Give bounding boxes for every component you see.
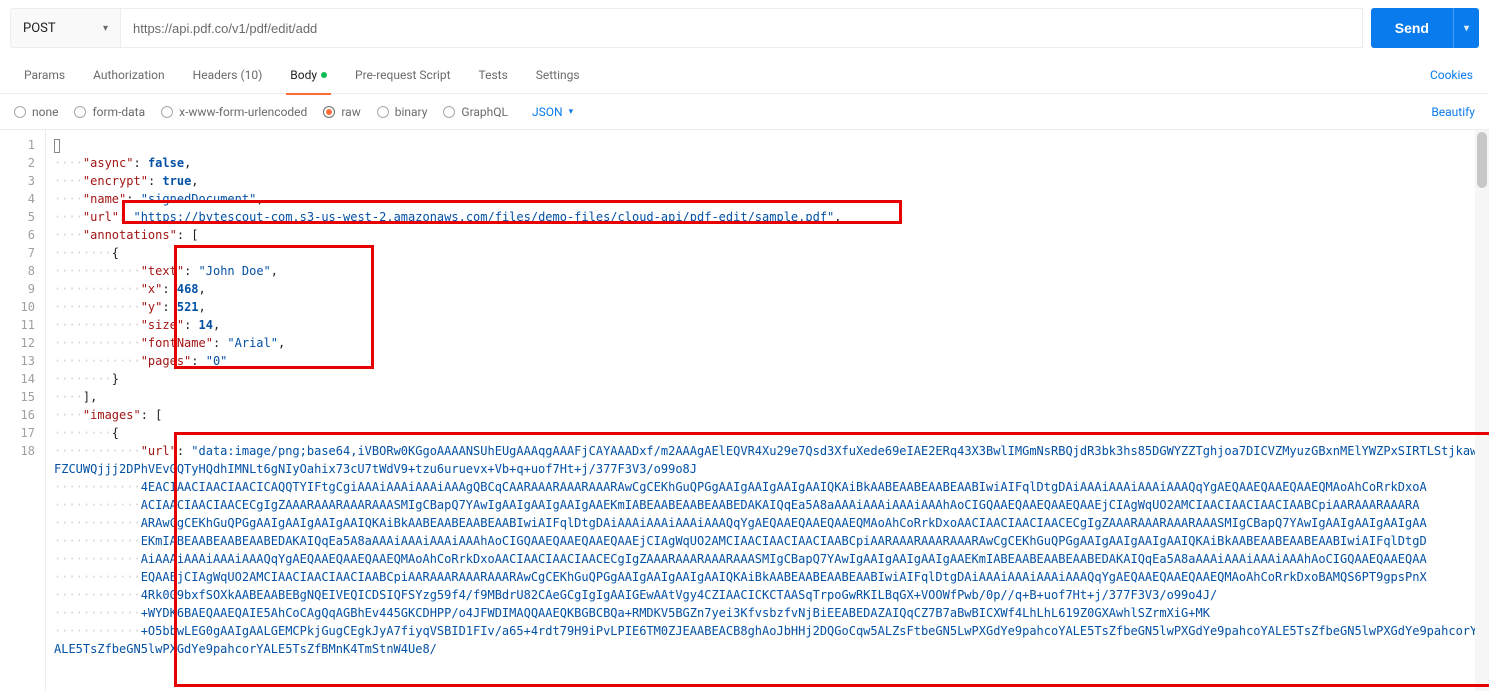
code-line: ············"size": 14, xyxy=(54,316,1481,334)
code-line: ············+O5bbwLEG0gAAIgAALGEMCPkjGug… xyxy=(54,622,1481,658)
code-line: ········{ xyxy=(54,244,1481,262)
code-line: ············"text": "John Doe", xyxy=(54,262,1481,280)
tab-prerequest[interactable]: Pre-request Script xyxy=(341,56,464,94)
scrollbar-track[interactable] xyxy=(1475,130,1489,691)
code-line: ············"fontName": "Arial", xyxy=(54,334,1481,352)
code-line: ····"annotations": [ xyxy=(54,226,1481,244)
code-line: ····"url": "https://bytescout-com.s3-us-… xyxy=(54,208,1481,226)
send-button-label: Send xyxy=(1371,20,1453,36)
line-gutter: 123456789101112131415161718 xyxy=(0,130,46,691)
tab-params[interactable]: Params xyxy=(10,56,79,94)
tab-tests[interactable]: Tests xyxy=(465,56,522,94)
beautify-link[interactable]: Beautify xyxy=(1431,105,1475,119)
tab-authorization[interactable]: Authorization xyxy=(79,56,179,94)
code-line: ············ARAwCgCEKhGuQPGgAAIgAAIgAAIg… xyxy=(54,514,1481,532)
code-line: ············+WYDK6BAEQAAEQAIE5AhCoCAgQqA… xyxy=(54,604,1481,622)
chevron-down-icon[interactable]: ▾ xyxy=(1454,23,1479,34)
body-type-form-data[interactable]: form-data xyxy=(74,105,145,119)
tab-body[interactable]: Body xyxy=(276,56,341,94)
cookies-link[interactable]: Cookies xyxy=(1430,68,1479,82)
code-editor[interactable]: 123456789101112131415161718 ····"async":… xyxy=(0,130,1489,691)
send-button[interactable]: Send ▾ xyxy=(1371,8,1479,48)
body-type-graphql[interactable]: GraphQL xyxy=(443,105,508,119)
code-line: ············4EACIAACIAACIAACICAQQTYIFtgC… xyxy=(54,478,1481,496)
body-type-urlencoded[interactable]: x-www-form-urlencoded xyxy=(161,105,307,119)
request-tabs: Params Authorization Headers (10) Body P… xyxy=(0,56,1489,94)
raw-content-type-select[interactable]: JSON▾ xyxy=(532,105,573,119)
scrollbar-thumb[interactable] xyxy=(1477,132,1487,188)
code-line: ············AiAAAiAAAiAAAiAAAQqYgAEQAAEQ… xyxy=(54,550,1481,568)
tab-settings[interactable]: Settings xyxy=(522,56,594,94)
radio-icon xyxy=(161,106,173,118)
code-line: ····"encrypt": true, xyxy=(54,172,1481,190)
code-line: ········} xyxy=(54,370,1481,388)
tab-headers[interactable]: Headers (10) xyxy=(179,56,277,94)
code-content[interactable]: ····"async": false,····"encrypt": true,·… xyxy=(46,130,1489,691)
code-line: ····"images": [ xyxy=(54,406,1481,424)
request-url-input[interactable] xyxy=(120,8,1363,48)
code-line xyxy=(54,136,1481,154)
code-line: ············"y": 521, xyxy=(54,298,1481,316)
code-line: ········{ xyxy=(54,424,1481,442)
radio-icon xyxy=(14,106,26,118)
http-method-select[interactable]: POST ▾ xyxy=(10,8,120,48)
code-line: ····"name": "signedDocument", xyxy=(54,190,1481,208)
body-type-raw[interactable]: raw xyxy=(323,105,360,119)
code-line: ············EQAAEjCIAgWqUO2AMCIAACIAACIA… xyxy=(54,568,1481,586)
body-options-bar: none form-data x-www-form-urlencoded raw… xyxy=(0,94,1489,130)
radio-icon xyxy=(323,106,335,118)
request-bar: POST ▾ Send ▾ xyxy=(0,0,1489,56)
radio-icon xyxy=(74,106,86,118)
http-method-label: POST xyxy=(23,21,56,36)
unsaved-indicator-icon xyxy=(321,72,327,78)
code-line: ············"pages": "0" xyxy=(54,352,1481,370)
code-line: ············4Rk0G9bxfSOXkAABEAABEBgNQEIV… xyxy=(54,586,1481,604)
code-line: ············ACIAACIAACIAACECgIgZAAARAAAR… xyxy=(54,496,1481,514)
code-line: ············EKmIABEAABEAABEAABEDAKAIQqEa… xyxy=(54,532,1481,550)
code-line: ············"x": 468, xyxy=(54,280,1481,298)
code-line: ····], xyxy=(54,388,1481,406)
code-line: ············"url": "data:image/png;base6… xyxy=(54,442,1481,478)
body-type-binary[interactable]: binary xyxy=(377,105,428,119)
radio-icon xyxy=(377,106,389,118)
chevron-down-icon: ▾ xyxy=(569,107,574,117)
radio-icon xyxy=(443,106,455,118)
chevron-down-icon: ▾ xyxy=(103,23,108,34)
body-type-none[interactable]: none xyxy=(14,105,58,119)
code-line: ····"async": false, xyxy=(54,154,1481,172)
